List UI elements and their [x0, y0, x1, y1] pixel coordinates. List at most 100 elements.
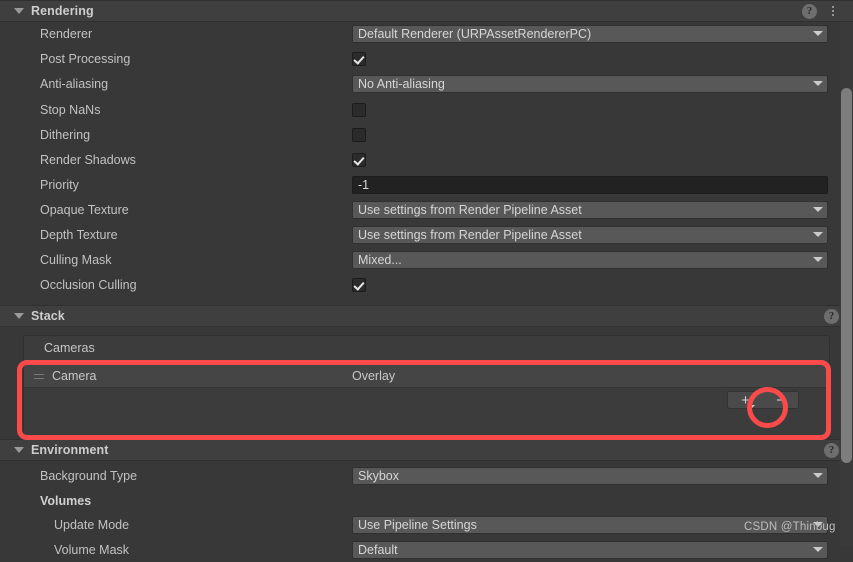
- field-wrap: Skybox: [352, 466, 828, 485]
- list-item-name: Camera: [52, 369, 97, 383]
- culling-mask-dropdown[interactable]: Mixed...: [352, 250, 828, 269]
- field-wrap: [352, 51, 366, 66]
- chevron-down-icon: [813, 207, 823, 212]
- row-dithering: Dithering: [0, 122, 853, 147]
- row-volume-mask: Volume Mask Default: [0, 537, 853, 562]
- foldout-arrow-icon[interactable]: [14, 313, 24, 319]
- row-opaque-texture: Opaque Texture Use settings from Render …: [0, 197, 853, 222]
- help-icon[interactable]: ?: [802, 3, 817, 19]
- depth-texture-dropdown[interactable]: Use settings from Render Pipeline Asset: [352, 225, 828, 244]
- field-wrap: [352, 277, 366, 292]
- dithering-checkbox[interactable]: [352, 127, 366, 142]
- section-title: Rendering: [31, 4, 94, 18]
- dropdown-value: Mixed...: [358, 252, 402, 267]
- help-icon[interactable]: ?: [824, 308, 839, 324]
- row-label: Post Processing: [40, 51, 131, 66]
- section-title: Environment: [31, 443, 109, 457]
- row-label: Volume Mask: [54, 542, 130, 557]
- dropdown-value: Default Renderer (URPAssetRendererPC): [358, 26, 592, 41]
- row-label: Renderer: [40, 26, 93, 41]
- dropdown-value: No Anti-aliasing: [358, 76, 445, 91]
- field-wrap: No Anti-aliasing: [352, 74, 828, 93]
- remove-camera-button[interactable]: −: [772, 393, 789, 408]
- list-header-cameras: Cameras: [24, 338, 95, 357]
- list-header-label: Cameras: [44, 340, 95, 355]
- chevron-down-icon: [813, 473, 823, 478]
- chevron-down-icon: [813, 31, 823, 36]
- row-volumes-subheader: Volumes: [0, 488, 853, 513]
- row-label: Opaque Texture: [40, 202, 129, 217]
- row-label: Background Type: [40, 468, 138, 483]
- list-item-type: Overlay: [352, 369, 396, 383]
- field-wrap: Default Renderer (URPAssetRendererPC): [352, 24, 828, 43]
- row-label: Anti-aliasing: [40, 76, 109, 91]
- stop-nans-checkbox[interactable]: [352, 102, 366, 117]
- row-label: Render Shadows: [40, 152, 136, 167]
- add-camera-button[interactable]: +: [737, 393, 755, 408]
- vertical-scrollbar[interactable]: [840, 22, 853, 546]
- section-title: Stack: [31, 309, 65, 323]
- row-label: Depth Texture: [40, 227, 118, 242]
- field-wrap: Use settings from Render Pipeline Asset: [352, 200, 828, 219]
- dropdown-value: Default: [358, 542, 398, 557]
- field-wrap: Mixed...: [352, 250, 828, 269]
- dropdown-value: Use Pipeline Settings: [358, 517, 477, 532]
- row-priority: Priority -1: [0, 172, 853, 197]
- help-icon[interactable]: ?: [824, 442, 839, 458]
- drag-handle-icon[interactable]: [34, 373, 44, 379]
- field-wrap: [352, 127, 366, 142]
- scrollbar-thumb[interactable]: [841, 88, 852, 463]
- opaque-texture-dropdown[interactable]: Use settings from Render Pipeline Asset: [352, 200, 828, 219]
- field-wrap: -1: [352, 175, 828, 194]
- chevron-down-icon: [813, 81, 823, 86]
- field-wrap: Default: [352, 540, 828, 559]
- field-wrap: [352, 102, 366, 117]
- anti-aliasing-dropdown[interactable]: No Anti-aliasing: [352, 74, 828, 93]
- foldout-arrow-icon[interactable]: [14, 8, 24, 14]
- chevron-down-icon: [748, 404, 755, 408]
- field-wrap: Use settings from Render Pipeline Asset: [352, 225, 828, 244]
- dropdown-value: Use settings from Render Pipeline Asset: [358, 202, 582, 217]
- input-value: -1: [358, 177, 370, 192]
- kebab-menu-icon[interactable]: [827, 4, 839, 19]
- subheader-label: Volumes: [40, 493, 92, 508]
- row-stop-nans: Stop NaNs: [0, 97, 853, 122]
- renderer-dropdown[interactable]: Default Renderer (URPAssetRendererPC): [352, 24, 828, 43]
- watermark: CSDN @Thinbug: [744, 521, 836, 533]
- row-anti-aliasing: Anti-aliasing No Anti-aliasing: [0, 71, 853, 96]
- row-label: Update Mode: [54, 517, 130, 532]
- row-occlusion-culling: Occlusion Culling: [0, 272, 853, 297]
- row-label: Stop NaNs: [40, 102, 101, 117]
- header-icons: ?: [802, 3, 853, 19]
- volume-mask-dropdown[interactable]: Default: [352, 540, 828, 559]
- row-update-mode: Update Mode Use Pipeline Settings: [0, 512, 853, 537]
- priority-input[interactable]: -1: [352, 175, 828, 194]
- row-culling-mask: Culling Mask Mixed...: [0, 247, 853, 272]
- row-label: Priority: [40, 177, 79, 192]
- row-depth-texture: Depth Texture Use settings from Render P…: [0, 222, 853, 247]
- background-type-dropdown[interactable]: Skybox: [352, 466, 828, 485]
- section-header-rendering[interactable]: Rendering ?: [0, 0, 853, 22]
- foldout-arrow-icon[interactable]: [14, 447, 24, 453]
- chevron-down-icon: [813, 257, 823, 262]
- chevron-down-icon: [813, 547, 823, 552]
- row-post-processing: Post Processing: [0, 46, 853, 71]
- row-label: Occlusion Culling: [40, 277, 137, 292]
- list-action-buttons: + −: [727, 391, 799, 409]
- dropdown-value: Skybox: [358, 468, 399, 483]
- row-label: Culling Mask: [40, 252, 112, 267]
- section-header-stack[interactable]: Stack ?: [0, 305, 853, 327]
- post-processing-checkbox[interactable]: [352, 51, 366, 66]
- render-shadows-checkbox[interactable]: [352, 152, 366, 167]
- occlusion-culling-checkbox[interactable]: [352, 277, 366, 292]
- field-wrap: [352, 152, 366, 167]
- list-footer: + −: [24, 389, 829, 416]
- dropdown-value: Use settings from Render Pipeline Asset: [358, 227, 582, 242]
- chevron-down-icon: [813, 232, 823, 237]
- inspector-panel: Rendering ? Renderer Default Renderer (U…: [0, 0, 853, 559]
- row-background-type: Background Type Skybox: [0, 463, 853, 488]
- row-renderer: Renderer Default Renderer (URPAssetRende…: [0, 21, 853, 46]
- section-header-environment[interactable]: Environment ?: [0, 439, 853, 461]
- list-item[interactable]: Camera Overlay: [24, 365, 829, 388]
- row-render-shadows: Render Shadows: [0, 147, 853, 172]
